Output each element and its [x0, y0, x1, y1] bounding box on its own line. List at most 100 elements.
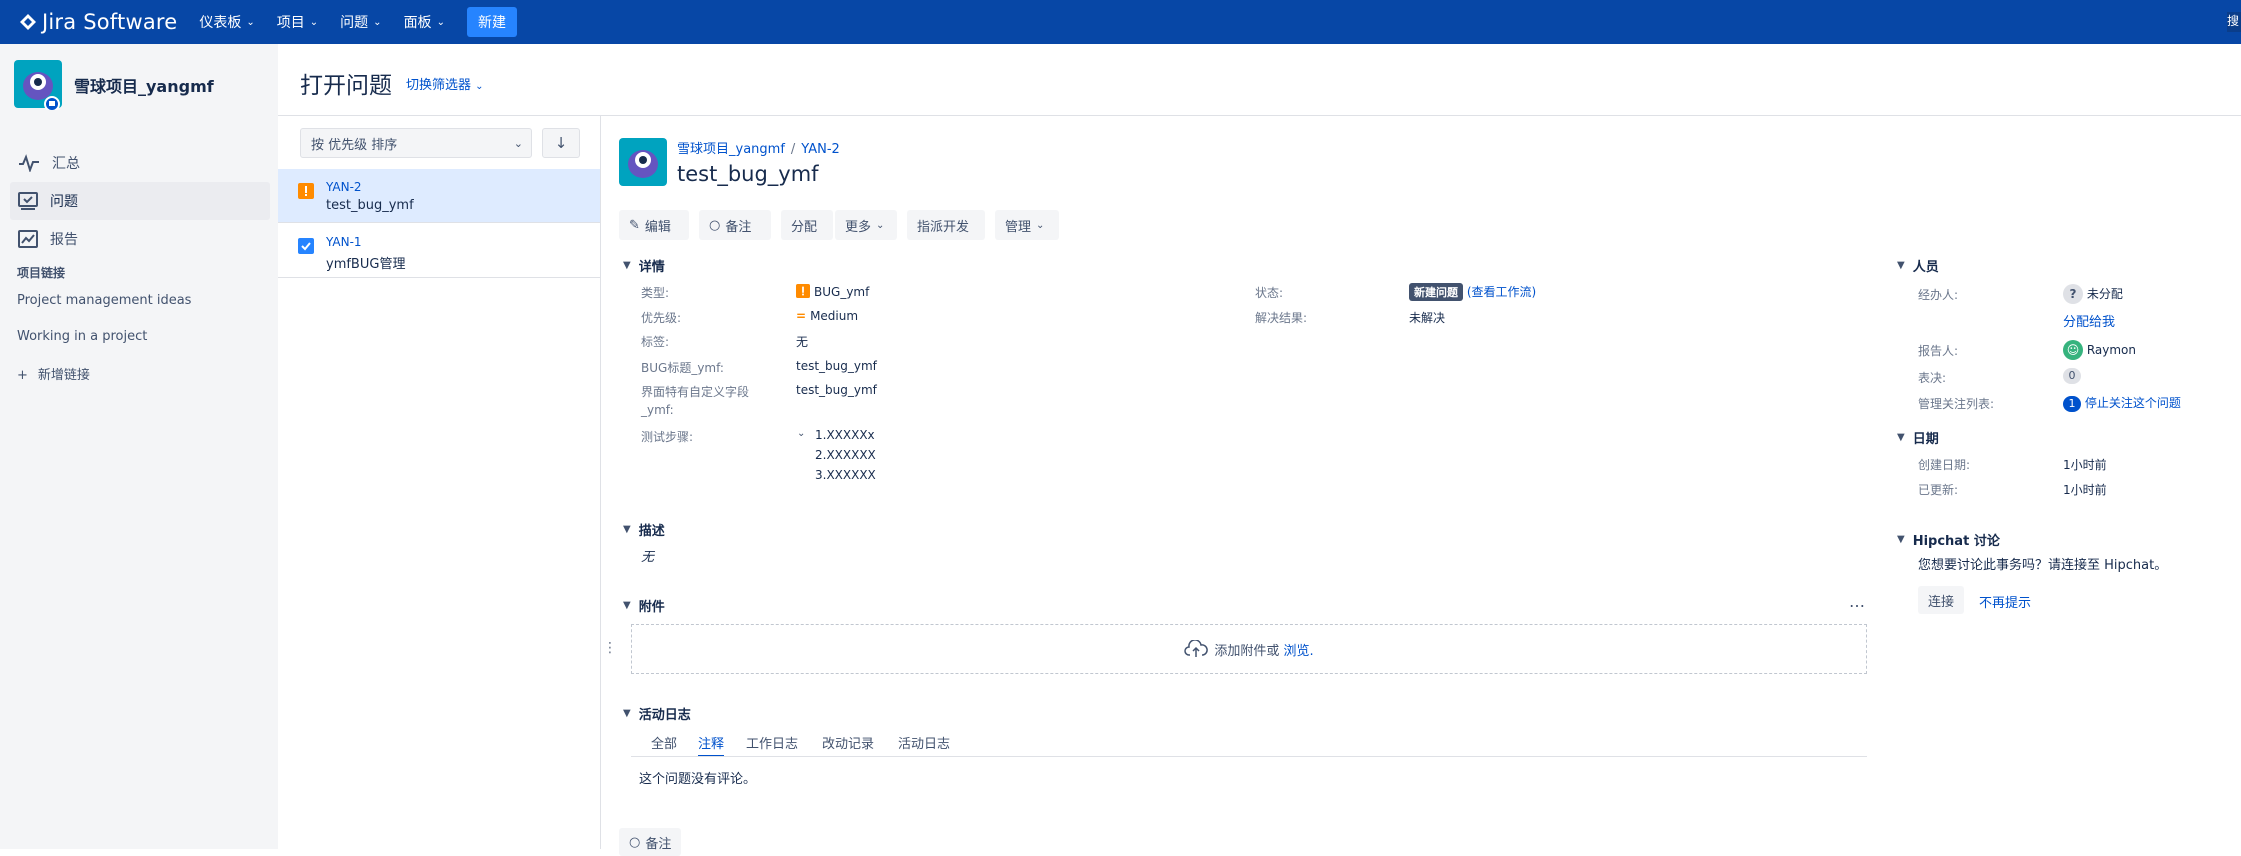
dismiss-hipchat-link[interactable]: 不再提示	[1979, 592, 2031, 611]
resolution-value: 未解决	[1409, 311, 1446, 325]
tab-worklog[interactable]: 工作日志	[746, 733, 798, 752]
labels-value: 无	[796, 335, 809, 349]
nav-issues-label: 问题	[340, 15, 369, 31]
description-section-toggle[interactable]: ▼ 描述	[623, 520, 665, 539]
dropzone-text: 添加附件或	[1214, 643, 1280, 659]
edit-label: 编辑	[644, 219, 671, 235]
unassigned-avatar-icon: ?	[2063, 284, 2083, 304]
add-comment-button[interactable]: ○ 备注	[619, 828, 682, 856]
chevron-down-icon: ▼	[623, 708, 631, 719]
more-label: 更多	[845, 219, 872, 235]
filter-switcher[interactable]: 切换筛选器 ⌄	[406, 74, 484, 93]
chevron-down-icon: ⌄	[246, 16, 255, 28]
attachments-section-toggle[interactable]: ▼ 附件	[623, 596, 665, 615]
activity-section-toggle[interactable]: ▼ 活动日志	[623, 704, 691, 723]
nav-dashboards[interactable]: 仪表板 ⌄	[199, 12, 254, 32]
breadcrumb-issue-key[interactable]: YAN-2	[801, 142, 840, 157]
test-step: 1.XXXXXx	[815, 428, 875, 442]
attachment-dropzone[interactable]: 添加附件或 浏览.	[631, 624, 1867, 674]
chevron-down-icon: ⌄	[436, 16, 445, 28]
stop-watching-link[interactable]: 停止关注这个问题	[2085, 396, 2181, 410]
brand-name: Jira Software	[42, 10, 178, 34]
tab-all[interactable]: 全部	[651, 733, 677, 752]
nav-projects[interactable]: 项目 ⌄	[277, 12, 318, 32]
more-options-icon[interactable]: …	[1849, 592, 1865, 611]
issue-detail: 雪球项目_yangmf / YAN-2 test_bug_ymf ✎ 编辑 ○ 备注 分…	[601, 116, 2241, 856]
bug-type-icon	[298, 183, 314, 199]
votes-value[interactable]: 0	[2063, 368, 2081, 384]
watchers-count[interactable]: 1	[2063, 396, 2081, 412]
dispatch-dev-button[interactable]: 指派开发	[907, 210, 985, 240]
add-link-button[interactable]: + 新增链接	[17, 364, 90, 383]
jira-diamond-icon	[20, 14, 36, 30]
chevron-down-icon: ▼	[1897, 260, 1905, 271]
no-comments-text: 这个问题没有评论。	[639, 772, 757, 787]
breadcrumb: 雪球项目_yangmf / YAN-2	[677, 138, 840, 157]
chevron-down-icon: ⌄	[1036, 219, 1045, 231]
reporter-text: Raymon	[2086, 343, 2136, 357]
browse-link[interactable]: 浏览.	[1284, 640, 1314, 659]
tab-history[interactable]: 改动记录	[822, 733, 874, 752]
issue-list-panel: 按 优先级 排序 ⌄ ↓ YAN-2 test_bug_ymf YAN-1 ymf…	[278, 116, 601, 849]
sidebar-item-reports[interactable]: 报告	[10, 220, 270, 258]
view-workflow-link[interactable]: (查看工作流)	[1467, 285, 1536, 299]
tab-activity[interactable]: 活动日志	[898, 733, 950, 752]
dates-section-toggle[interactable]: ▼ 日期	[1897, 428, 1939, 447]
top-navigation-bar: Jira Software 仪表板 ⌄ 项目 ⌄ 问题 ⌄ 面板 ⌄ 新建 搜	[0, 0, 2241, 44]
project-header[interactable]: 雪球项目_yangmf	[14, 60, 214, 110]
ui-field-label: 界面特有自定义字段	[641, 385, 750, 399]
assignee-value: ? 未分配	[2063, 284, 2123, 304]
comment-button[interactable]: ○ 备注	[699, 210, 771, 240]
project-link-management-ideas[interactable]: Project management ideas	[17, 293, 191, 308]
issue-summary: ymfBUG管理	[326, 257, 406, 272]
assign-to-me-link[interactable]: 分配给我	[2063, 311, 2115, 330]
description-value[interactable]: 无	[641, 546, 654, 565]
sort-direction-button[interactable]: ↓	[542, 128, 580, 158]
tab-divider	[631, 756, 1867, 757]
issue-title[interactable]: test_bug_ymf	[677, 162, 819, 186]
chevron-down-icon: ▼	[1897, 432, 1905, 443]
nav-boards[interactable]: 面板 ⌄	[404, 12, 445, 32]
chevron-down-icon: ⌄	[513, 136, 523, 150]
updated-label: 已更新:	[1918, 483, 1959, 497]
breadcrumb-project[interactable]: 雪球项目_yangmf	[677, 142, 785, 157]
issue-list-item[interactable]: YAN-1 ymfBUG管理	[278, 224, 600, 278]
sort-select[interactable]: 按 优先级 排序 ⌄	[300, 128, 532, 158]
nav-dashboards-label: 仪表板	[199, 15, 242, 31]
people-section-toggle[interactable]: ▼ 人员	[1897, 256, 1939, 275]
bug-title-value: test_bug_ymf	[796, 359, 877, 373]
people-heading: 人员	[1912, 260, 1939, 275]
connect-hipchat-button[interactable]: 连接	[1918, 586, 1965, 614]
labels-label: 标签:	[641, 335, 670, 349]
assignee-text: 未分配	[2086, 287, 2123, 301]
nav-issues[interactable]: 问题 ⌄	[340, 12, 381, 32]
more-button[interactable]: 更多 ⌄	[835, 210, 897, 240]
edit-button[interactable]: ✎ 编辑	[619, 210, 689, 240]
description-heading: 描述	[638, 524, 665, 539]
votes-count: 0	[2063, 368, 2081, 384]
assign-button[interactable]: 分配	[781, 210, 833, 240]
reporter-value: ☺ Raymon	[2063, 340, 2136, 360]
manage-button[interactable]: 管理 ⌄	[995, 210, 1059, 240]
resolution-label: 解决结果:	[1255, 311, 1308, 325]
hipchat-prompt: 您想要讨论此事务吗？请连接至 Hipchat。	[1918, 558, 2168, 573]
project-link-working-in-project[interactable]: Working in a project	[17, 329, 147, 344]
sidebar-item-issues[interactable]: 问题	[10, 182, 270, 220]
issue-key: YAN-1	[326, 235, 362, 249]
details-section-toggle[interactable]: ▼ 详情	[623, 256, 665, 275]
issues-icon	[18, 192, 38, 210]
steps-collapse-icon[interactable]: ⌄	[797, 428, 805, 439]
create-button[interactable]: 新建	[466, 7, 517, 37]
add-link-label: 新增链接	[37, 368, 90, 383]
type-text: BUG_ymf	[814, 285, 870, 299]
watchers-label: 管理关注列表:	[1918, 397, 1995, 411]
issue-list-item[interactable]: YAN-2 test_bug_ymf	[278, 169, 600, 223]
sidebar-item-summary[interactable]: 汇总	[10, 144, 270, 182]
priority-text: Medium	[810, 309, 859, 323]
nav-boards-label: 面板	[403, 15, 432, 31]
hipchat-section-toggle[interactable]: ▼ Hipchat 讨论	[1897, 530, 2000, 549]
tab-comments[interactable]: 注释	[698, 733, 725, 757]
search-cut[interactable]: 搜	[2227, 12, 2241, 32]
chevron-down-icon: ⌄	[876, 219, 885, 231]
jira-logo[interactable]: Jira Software	[20, 10, 177, 34]
